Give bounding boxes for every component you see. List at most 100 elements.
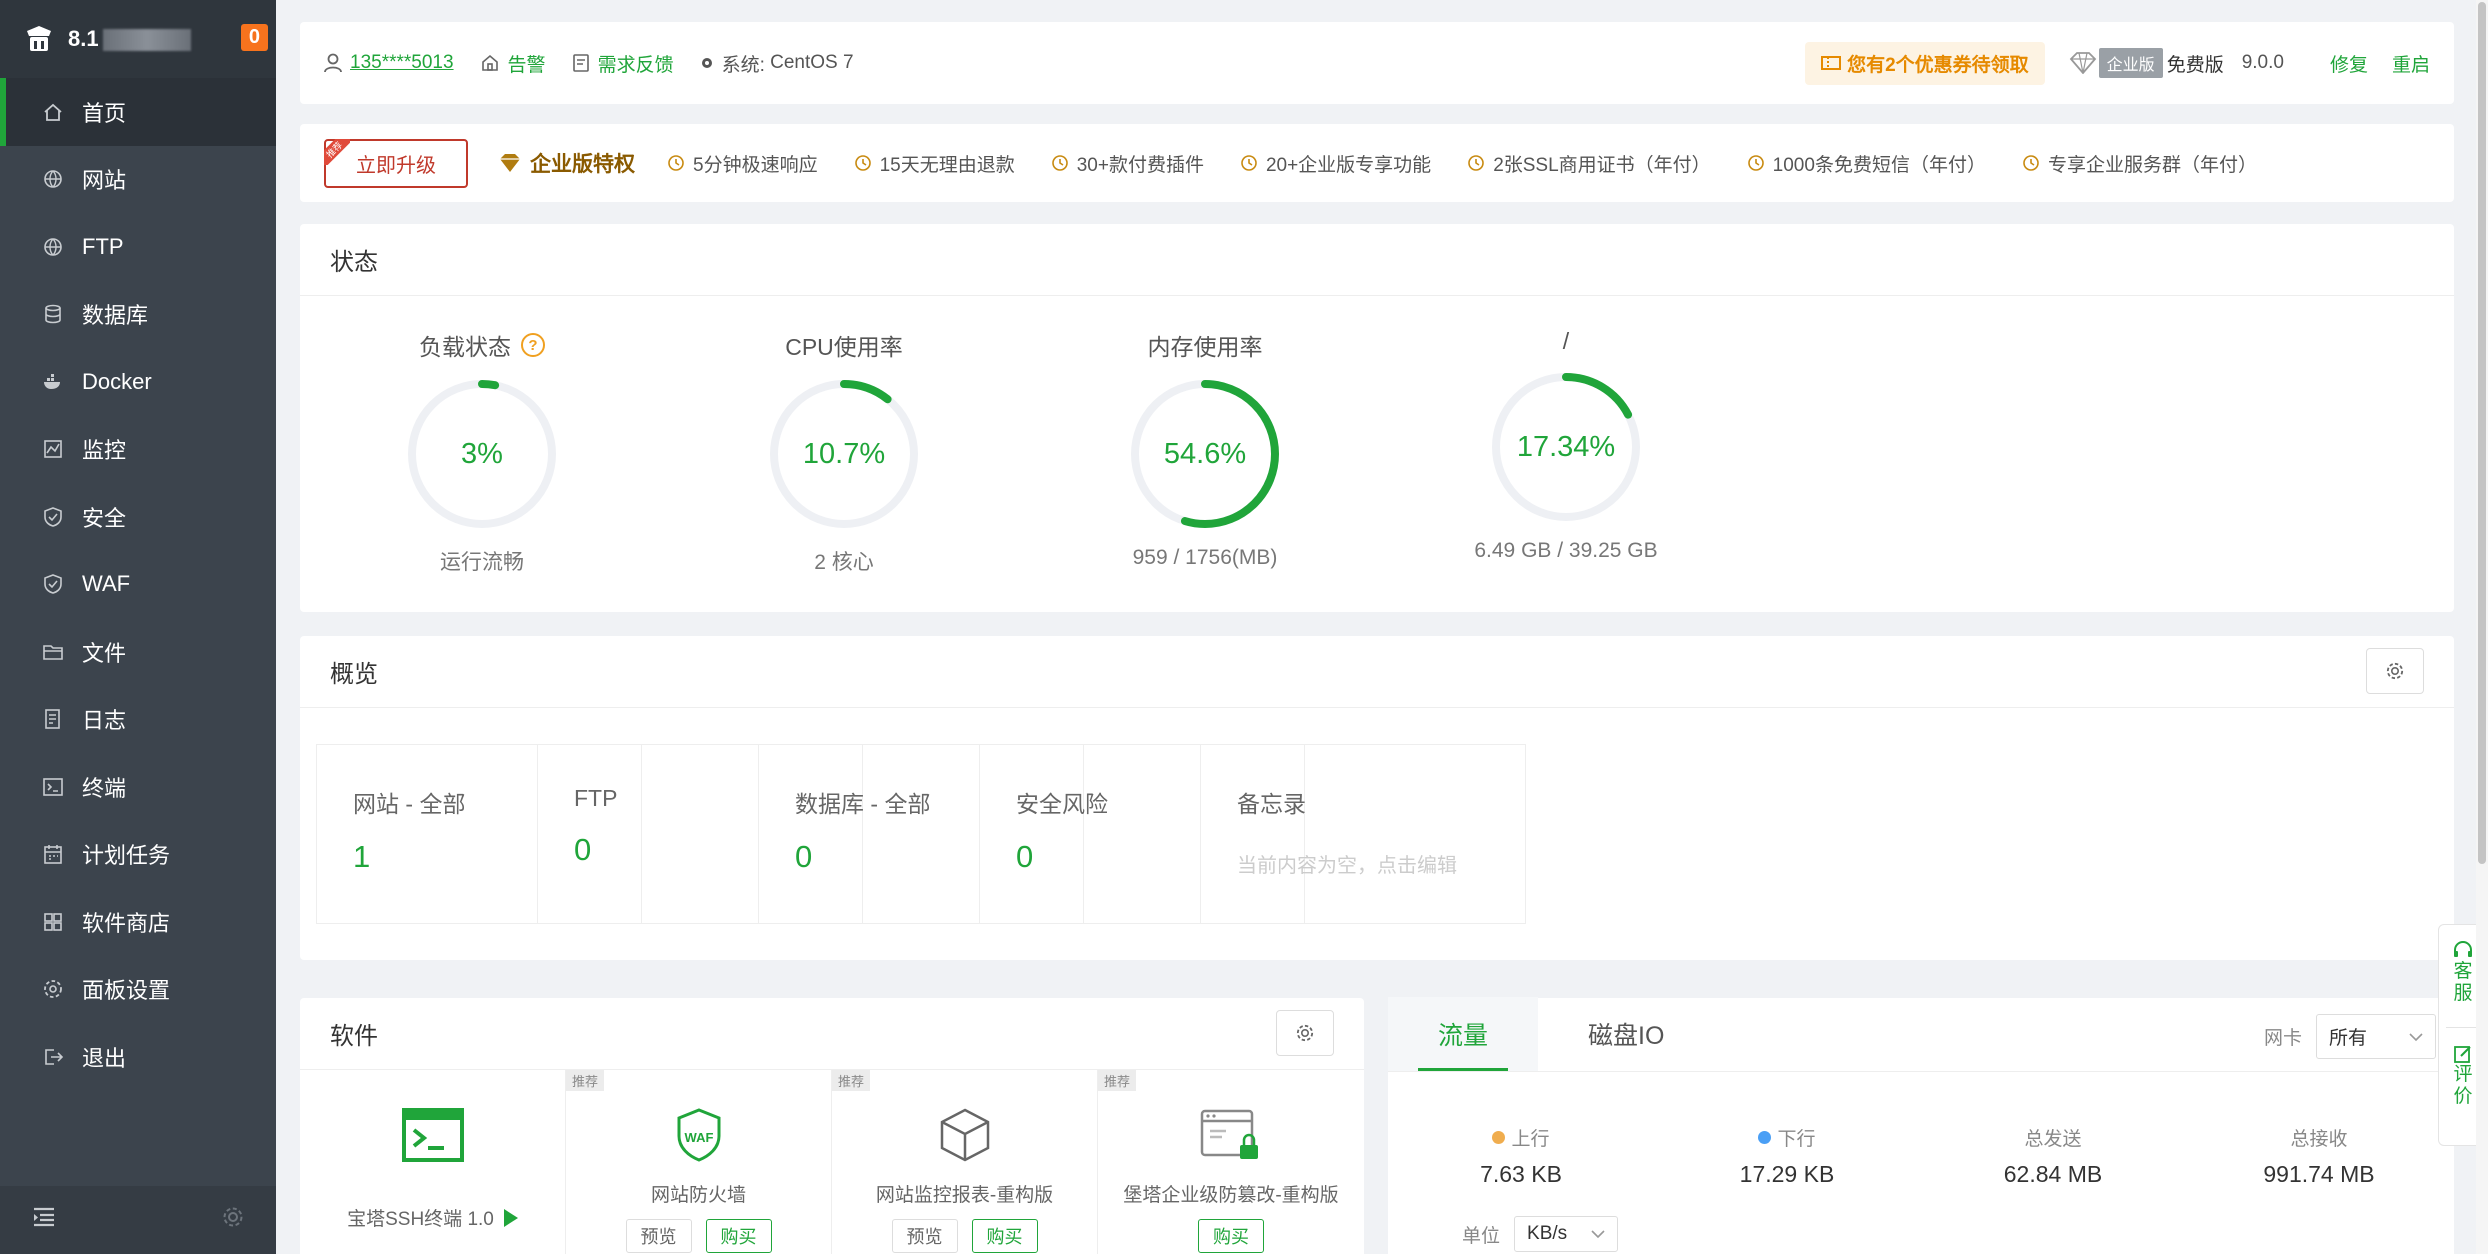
scrollbar[interactable] [2476,0,2488,1254]
sidebar-item-3[interactable]: 数据库 [0,281,276,349]
software-title: 软件 [300,998,1364,1070]
customer-service-button[interactable]: 客服 [2452,939,2474,1005]
traffic-stat: 总发送 62.84 MB [1920,1124,2186,1188]
gauge-title: CPU使用率 [785,334,903,360]
preview-button[interactable]: 预览 [891,1219,958,1253]
refund-icon [854,155,871,171]
tab-traffic[interactable]: 流量 [1388,997,1539,1071]
legend-dot [1492,1131,1506,1144]
unit-label: 单位 [1462,1225,1501,1247]
globe-icon [42,236,64,258]
recommend-tag: 推荐 [832,1070,871,1091]
grid-icon [42,911,64,933]
sidebar-item-2[interactable]: FTP [0,213,276,281]
overview-box[interactable]: 备忘录当前内容为空，点击编辑 [1200,744,1526,924]
preview-button[interactable]: 预览 [625,1219,692,1253]
sidebar-item-label: 文件 [82,640,127,666]
help-icon[interactable]: ? [521,333,545,357]
chevron-down-icon [2409,1032,2423,1041]
sidebar-item-11[interactable]: 计划任务 [0,821,276,889]
gauge[interactable]: 负载状态? 3% 运行流畅 [322,328,642,576]
folder-icon [42,641,64,663]
sidebar-item-5[interactable]: 监控 [0,416,276,484]
gauge-ring: 54.6% [1125,374,1285,534]
upgrade-feature: 30+款付费插件 [1051,150,1204,177]
alarm-link[interactable]: 告警 [480,50,546,77]
coupon-banner[interactable]: 您有2个优惠券待领取 [1805,41,2045,85]
software-item-tamper[interactable]: 推荐 堡塔企业级防篡改-重构版 购买 [1098,1070,1364,1254]
sidebar-item-label: WAF [82,571,131,597]
edition-label: 免费版 [2166,54,2224,76]
gauge[interactable]: / 17.34% 6.49 GB / 39.25 GB [1406,328,1726,563]
traffic-stat-label: 下行 [1654,1124,1920,1151]
sidebar-item-12[interactable]: 软件商店 [0,888,276,956]
buy-button[interactable]: 购买 [1198,1219,1264,1253]
gauge-title: 负载状态? [322,328,642,362]
sidebar-item-7[interactable]: WAF [0,551,276,619]
overview-settings-button[interactable] [2366,648,2424,694]
home-icon [42,101,64,123]
user-account-link[interactable]: 135****5013 [324,52,454,74]
buy-button[interactable]: 购买 [705,1219,772,1253]
software-settings-button[interactable] [1276,1010,1334,1056]
sidebar-item-8[interactable]: 文件 [0,618,276,686]
gauge-value: 3% [461,437,503,470]
nic-select[interactable]: 所有 [2316,1014,2436,1059]
sidebar-item-1[interactable]: 网站 [0,146,276,214]
sidebar: 8.1 0 首页 网站 FTP 数据库 Docker 监控 安全 WAF 文件日志 终端计划任务软… [0,0,276,1254]
enterprise-privileges[interactable]: 企业版特权 [498,148,635,178]
crown-diamond-icon [500,154,520,172]
plugin-icon [1051,155,1068,171]
cube-icon [930,1100,1000,1170]
buy-button[interactable]: 购买 [971,1219,1038,1253]
upgrade-feature: 5分钟极速响应 [667,150,818,177]
gauge-title: 内存使用率 [1147,334,1263,360]
software-item-monitor[interactable]: 推荐 网站监控报表-重构版 预览 购买 [832,1070,1098,1254]
status-title: 状态 [300,224,2454,296]
feedback-link[interactable]: 需求反馈 [572,50,674,77]
customer-service-label: 客服 [2453,961,2473,1004]
notification-badge[interactable]: 0 [240,24,268,51]
overview-box-label: 备忘录 [1237,791,1306,817]
chevron-down-icon [1591,1230,1605,1239]
traffic-stat: 下行 17.29 KB [1654,1124,1920,1188]
sidebar-item-13[interactable]: 面板设置 [0,956,276,1024]
database-icon [42,303,64,325]
enterprise-tag[interactable]: 企业版 [2098,48,2163,78]
sidebar-item-0[interactable]: 首页 [0,78,276,146]
upgrade-feature: 15天无理由退款 [854,150,1015,177]
software-item-ssh[interactable]: 宝塔SSH终端 1.0 [300,1070,566,1254]
software-name: 网站防火墙 [650,1185,746,1206]
review-button[interactable]: 评价 [2453,1044,2473,1108]
ssl-icon [1468,155,1484,171]
repair-button[interactable]: 修复 [2330,50,2368,77]
theme-gear-icon[interactable] [222,1206,244,1234]
collapse-menu-icon[interactable] [32,1206,56,1234]
sidebar-item-label: 计划任务 [82,843,171,869]
sidebar-item-14[interactable]: 退出 [0,1023,276,1091]
clock-icon [668,155,684,171]
server-ip: 8.1 [68,26,191,52]
unit-select[interactable]: KB/s [1514,1216,1619,1252]
sidebar-item-4[interactable]: Docker [0,348,276,416]
tab-disk-io[interactable]: 磁盘IO [1538,997,1714,1071]
gear-icon [1296,1024,1314,1042]
upgrade-button[interactable]: 推荐 立即升级 [324,138,468,188]
play-icon[interactable] [503,1208,518,1227]
gauge-subtitle: 959 / 1756(MB) [1132,546,1278,569]
sidebar-item-10[interactable]: 终端 [0,753,276,821]
monitor-icon [42,438,64,460]
sidebar-item-6[interactable]: 安全 [0,483,276,551]
gauge[interactable]: CPU使用率 10.7% 2 核心 [684,328,1004,576]
scroll-thumb[interactable] [2478,2,2486,864]
sidebar-item-9[interactable]: 日志 [0,686,276,754]
software-item-waf[interactable]: 推荐 WAF 网站防火墙 预览 购买 [566,1070,832,1254]
restart-button[interactable]: 重启 [2392,50,2430,77]
logout-icon [42,1046,64,1068]
waf-icon: WAF [664,1100,734,1170]
alarm-icon [481,54,498,71]
traffic-stat: 上行 7.63 KB [1388,1124,1654,1188]
memo-placeholder[interactable]: 当前内容为空，点击编辑 [1237,849,1489,878]
traffic-stat: 总接收 991.74 MB [2186,1124,2452,1188]
gauge[interactable]: 内存使用率 54.6% 959 / 1756(MB) [1045,328,1365,570]
